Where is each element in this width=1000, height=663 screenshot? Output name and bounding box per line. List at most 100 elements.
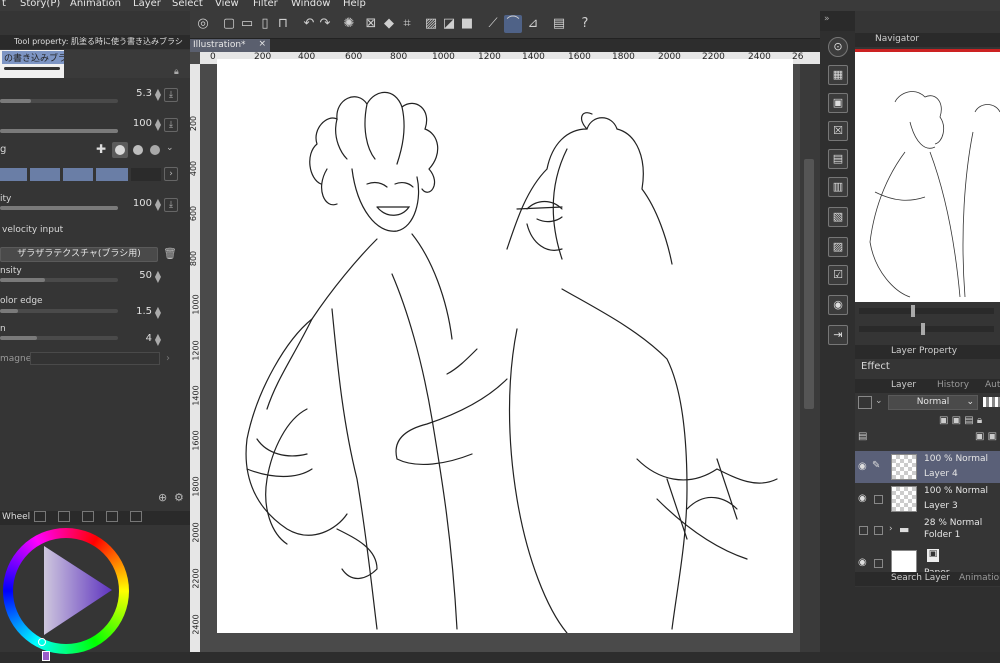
panel-icon-3[interactable]: ☒ bbox=[828, 121, 848, 141]
eye-icon[interactable]: ◉ bbox=[858, 557, 867, 568]
layer-checkbox[interactable] bbox=[874, 559, 883, 568]
open-file-icon[interactable]: ▭ bbox=[238, 15, 256, 33]
brush-size-stepper[interactable]: ▲ ▼ bbox=[154, 88, 162, 102]
stabilization-seg-5[interactable] bbox=[131, 168, 161, 181]
texture-density-stepper[interactable]: ▲ ▼ bbox=[154, 270, 162, 284]
panel-icon-8[interactable]: ☑ bbox=[828, 265, 848, 285]
layer-row[interactable]: ◉ ✎ 100 % Normal Layer 4 bbox=[855, 451, 1000, 483]
color-set-tab-icon[interactable] bbox=[34, 511, 46, 522]
spacing-stepper[interactable]: ▲ ▼ bbox=[154, 333, 162, 347]
double-chevron-icon[interactable]: » bbox=[820, 11, 855, 31]
texture-density-slider[interactable] bbox=[0, 278, 118, 282]
intermediate-color-tab-icon[interactable] bbox=[58, 511, 70, 522]
panel-icon-7[interactable]: ▨ bbox=[828, 237, 848, 257]
opacity-slider[interactable] bbox=[0, 129, 118, 133]
layer-property-tab[interactable]: Layer Property bbox=[891, 346, 957, 356]
brush-size-value[interactable]: 5.3 bbox=[122, 88, 152, 99]
texture-button[interactable]: ザラザラテクスチャ(ブラシ用) bbox=[0, 247, 158, 262]
density-download-icon[interactable]: ⤓ bbox=[164, 198, 178, 212]
save-icon[interactable]: ▯ bbox=[256, 15, 274, 33]
deselect-icon[interactable]: ▨ bbox=[422, 15, 440, 33]
menu-item-help[interactable]: Help bbox=[343, 0, 366, 9]
panel-icon-1[interactable]: ▦ bbox=[828, 65, 848, 85]
scroll-thumb[interactable] bbox=[804, 159, 814, 409]
menu-item-tool[interactable]: t bbox=[2, 0, 6, 9]
history-tab[interactable]: History bbox=[937, 380, 969, 390]
redo-icon[interactable]: ↷ bbox=[316, 15, 334, 33]
layer-checkbox[interactable] bbox=[874, 495, 883, 504]
close-icon[interactable]: × bbox=[258, 39, 266, 49]
stabilization-seg-4[interactable] bbox=[96, 168, 128, 181]
layer-list-icon[interactable]: ▤ bbox=[858, 431, 867, 442]
chevron-right-icon[interactable]: › bbox=[166, 353, 170, 364]
snap-grid-icon[interactable]: ⊿ bbox=[524, 15, 542, 33]
chevron-down-icon[interactable]: ⌄ bbox=[166, 143, 174, 153]
lock-icon[interactable]: 🔒︎ bbox=[174, 67, 179, 77]
aa-medium-icon[interactable] bbox=[133, 145, 143, 155]
brush-size-download-icon[interactable]: ⤓ bbox=[164, 88, 178, 102]
opacity-value[interactable]: 100 bbox=[122, 118, 152, 129]
stabilization-seg-2[interactable] bbox=[30, 168, 60, 181]
opacity-preview[interactable] bbox=[983, 397, 1000, 407]
help-icon[interactable]: ? bbox=[576, 15, 594, 33]
density-slider[interactable] bbox=[0, 206, 118, 210]
color-history-tab-icon[interactable] bbox=[106, 511, 118, 522]
spacing-value[interactable]: 4 bbox=[122, 333, 152, 344]
selection-icon[interactable]: ■ bbox=[458, 15, 476, 33]
document-tab[interactable]: Illustration* × bbox=[190, 39, 270, 52]
menu-item-animation[interactable]: Animation bbox=[70, 0, 121, 9]
menu-item-select[interactable]: Select bbox=[172, 0, 203, 9]
color-picker-cursor[interactable] bbox=[38, 638, 46, 646]
snap-special-ruler-icon[interactable]: ⌒ bbox=[504, 15, 522, 33]
menu-item-window[interactable]: Window bbox=[291, 0, 330, 9]
transform-icon[interactable]: ⌗ bbox=[398, 15, 416, 33]
chevron-right-icon[interactable]: › bbox=[164, 167, 178, 181]
menu-item-story[interactable]: Story(P) bbox=[20, 0, 60, 9]
magnet-segments[interactable] bbox=[30, 352, 160, 365]
layer-checkbox[interactable] bbox=[874, 526, 883, 535]
drawing-canvas[interactable] bbox=[217, 59, 793, 633]
clear-icon[interactable]: ⊠ bbox=[362, 15, 380, 33]
material-icon[interactable]: ▤ bbox=[550, 15, 568, 33]
hue-marker[interactable] bbox=[42, 651, 50, 661]
stabilization-seg-3[interactable] bbox=[63, 168, 93, 181]
density-stepper[interactable]: ▲ ▼ bbox=[154, 198, 162, 212]
color-slider-tab-icon[interactable] bbox=[130, 511, 142, 522]
settings-icon[interactable]: ⚙︎ bbox=[174, 491, 184, 504]
panel-icon-4[interactable]: ▤ bbox=[828, 149, 848, 169]
layer-row[interactable]: › ▬ 28 % Normal Folder 1 bbox=[855, 515, 1000, 547]
tool-property-tab-title[interactable]: Tool property: 肌塗る時に使う書き込みブラシ bbox=[14, 36, 183, 47]
panel-icon-2[interactable]: ▣ bbox=[828, 93, 848, 113]
menu-item-layer[interactable]: Layer bbox=[133, 0, 161, 9]
layer-visibility-off[interactable] bbox=[859, 526, 868, 535]
canvas-vertical-scrollbar[interactable] bbox=[800, 64, 820, 652]
rotate-slider[interactable] bbox=[859, 323, 994, 335]
navigator-tab[interactable]: Navigator bbox=[875, 34, 919, 44]
aa-strong-icon[interactable] bbox=[150, 145, 160, 155]
reset-icon[interactable]: ⊕ bbox=[158, 491, 167, 504]
panel-icon-5[interactable]: ▥ bbox=[828, 177, 848, 197]
opacity-download-icon[interactable]: ⤓ bbox=[164, 118, 178, 132]
panel-icon-6[interactable]: ▧ bbox=[828, 207, 848, 227]
eye-icon[interactable]: ◉ bbox=[858, 461, 867, 472]
color-edge-stepper[interactable]: ▲ ▼ bbox=[154, 306, 162, 320]
color-edge-value[interactable]: 1.5 bbox=[122, 306, 152, 317]
density-value[interactable]: 100 bbox=[122, 198, 152, 209]
eye-icon[interactable]: ◉ bbox=[858, 493, 867, 504]
layer-row[interactable]: ◉ 100 % Normal Layer 3 bbox=[855, 483, 1000, 515]
color-wheel-tab[interactable]: Wheel bbox=[2, 512, 30, 522]
loading-icon[interactable]: ✺ bbox=[340, 15, 358, 33]
color-edge-slider[interactable] bbox=[0, 309, 118, 313]
layer-new-icons[interactable]: ▣ ▣ bbox=[975, 431, 997, 442]
new-file-icon[interactable]: ▢ bbox=[220, 15, 238, 33]
layer-lock-icons[interactable]: ▣ ▣ ▤ 🔒︎ bbox=[939, 415, 982, 426]
opacity-stepper[interactable]: ▲ ▼ bbox=[154, 118, 162, 132]
aa-weak-button[interactable] bbox=[112, 142, 128, 158]
trash-icon[interactable]: 🗑︎ bbox=[163, 247, 177, 260]
auto-action-tab[interactable]: Auto bbox=[985, 380, 1000, 390]
approximate-color-tab-icon[interactable] bbox=[82, 511, 94, 522]
layer-tab[interactable]: Layer bbox=[891, 380, 916, 390]
animation-tab[interactable]: Animation bbox=[959, 573, 1000, 583]
blend-mode-select[interactable]: Normal ⌄ bbox=[888, 395, 978, 410]
zoom-icon[interactable]: ⊙ bbox=[828, 37, 848, 57]
